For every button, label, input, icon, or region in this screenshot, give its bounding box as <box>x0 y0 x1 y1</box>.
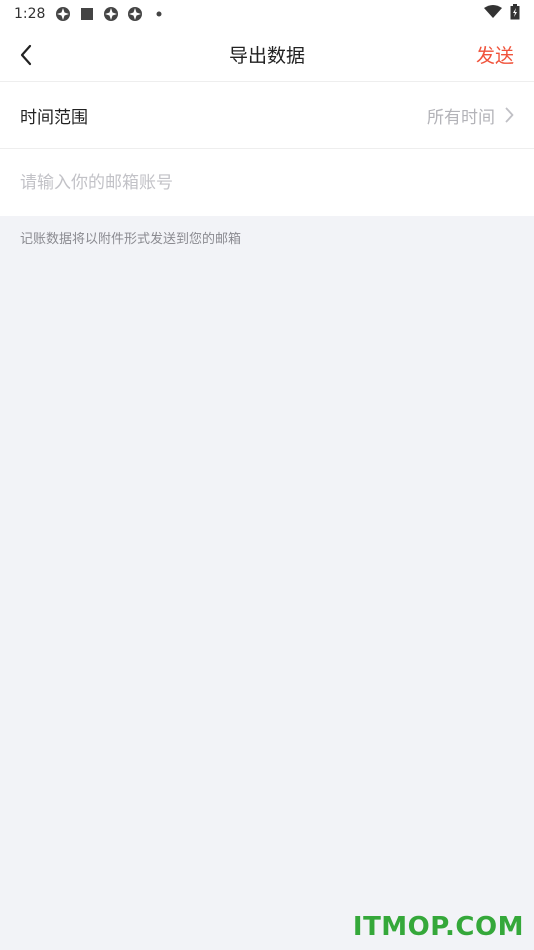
back-button[interactable] <box>0 28 52 82</box>
dot-icon <box>151 6 167 22</box>
send-button[interactable]: 发送 <box>476 41 514 68</box>
status-bar: 1:28 <box>0 0 534 28</box>
app-icon <box>127 6 143 22</box>
chevron-right-icon <box>505 107 514 123</box>
watermark-logo: ITMOP.COM <box>352 912 524 942</box>
time-range-selector[interactable]: 所有时间 <box>427 103 514 128</box>
email-row <box>0 149 534 216</box>
battery-icon <box>510 4 520 24</box>
chevron-left-icon <box>20 44 32 65</box>
page-title: 导出数据 <box>228 45 305 67</box>
status-notification-icons <box>55 6 167 22</box>
square-icon <box>79 6 95 22</box>
status-system-icons <box>484 4 520 24</box>
email-input[interactable] <box>20 172 514 193</box>
nav-bar: 导出数据 发送 <box>0 28 534 82</box>
status-time: 1:28 <box>14 6 46 22</box>
app-icon <box>55 6 71 22</box>
time-range-value: 所有时间 <box>427 107 495 128</box>
export-hint: 记账数据将以附件形式发送到您的邮箱 <box>20 232 242 247</box>
app-icon <box>103 6 119 22</box>
wifi-icon <box>484 5 502 23</box>
time-range-label: 时间范围 <box>20 107 88 128</box>
time-range-row[interactable]: 时间范围 所有时间 <box>0 82 534 149</box>
